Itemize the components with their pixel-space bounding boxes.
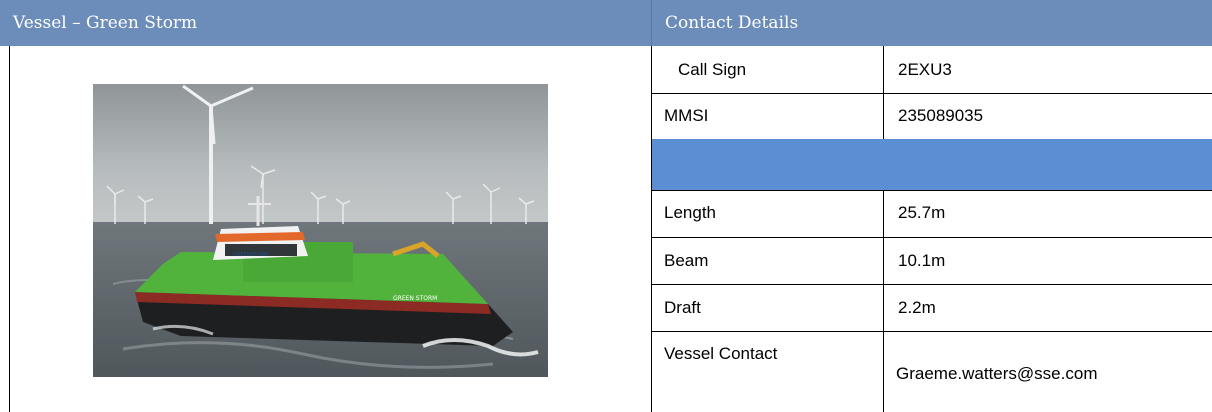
row-separator — [652, 237, 1212, 238]
hull-brand-text: GREENSTORM — [233, 252, 268, 258]
mmsi-label: MMSI — [664, 106, 709, 125]
draft-value: 2.2m — [898, 298, 936, 317]
call-sign-label: Call Sign — [678, 60, 747, 79]
beam-value: 10.1m — [898, 251, 946, 270]
mmsi-value: 235089035 — [898, 106, 984, 125]
hull-name-text: GREEN STORM — [393, 295, 437, 302]
row-separator — [652, 284, 1212, 285]
row-separator — [652, 93, 1212, 94]
beam-label: Beam — [664, 251, 709, 270]
vessel-photo: GREEN STORM GREENSTORM — [93, 84, 548, 377]
vessel-contact-label: Vessel Contact — [664, 344, 778, 363]
section-separator-band — [652, 139, 1212, 190]
row-separator — [652, 331, 1212, 332]
vessel-panel-header: Vessel – Green Storm — [0, 0, 651, 46]
call-sign-value: 2EXU3 — [898, 60, 952, 79]
row-separator — [652, 190, 1212, 191]
length-label: Length — [664, 203, 716, 222]
column-divider-bottom — [883, 190, 884, 412]
length-value: 25.7m — [898, 203, 946, 222]
center-divider — [651, 46, 652, 412]
contact-panel-header: Contact Details — [651, 0, 1212, 46]
draft-label: Draft — [664, 298, 701, 317]
vessel-contact-email: Graeme.watters@sse.com — [896, 364, 1098, 383]
left-panel-border — [9, 46, 10, 412]
